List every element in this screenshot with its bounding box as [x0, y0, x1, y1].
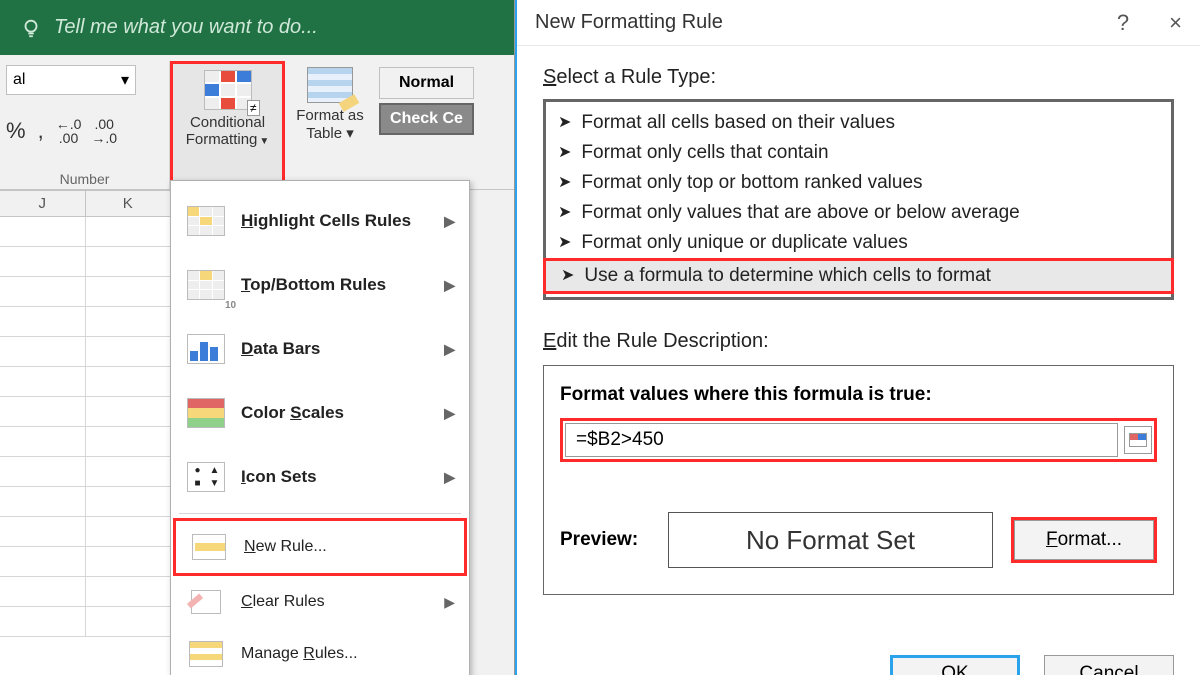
- chevron-down-icon: ▾: [121, 70, 129, 90]
- rule-description-box: Format values where this formula is true…: [543, 365, 1174, 595]
- menu-new-rule[interactable]: New Rule...: [173, 518, 467, 576]
- format-as-table-icon: [307, 67, 353, 103]
- number-group: al ▾ % , ←.0 .00 .00 →.0: [0, 61, 170, 189]
- percent-button[interactable]: %: [6, 118, 26, 144]
- chevron-right-icon: ▶: [444, 341, 455, 358]
- excel-window: Tell me what you want to do... al ▾ % , …: [0, 0, 515, 675]
- close-button[interactable]: ×: [1169, 10, 1182, 36]
- rule-type-item[interactable]: ➤ Format all cells based on their values: [546, 108, 1171, 138]
- lightbulb-icon: [20, 17, 42, 39]
- chevron-right-icon: ▶: [444, 469, 455, 486]
- formula-input[interactable]: [565, 423, 1118, 457]
- range-selector-icon: [1129, 433, 1147, 447]
- conditional-formatting-menu: HHighlight Cells Rulesighlight Cells Rul…: [170, 180, 470, 675]
- number-format-combo[interactable]: al ▾: [6, 65, 136, 95]
- preview-label: Preview:: [560, 529, 650, 551]
- worksheet-grid[interactable]: J K: [0, 190, 170, 675]
- cancel-button[interactable]: Cancel: [1044, 655, 1174, 675]
- tell-me-bar[interactable]: Tell me what you want to do...: [0, 0, 514, 55]
- new-formatting-rule-dialog: New Formatting Rule ? × Select a Rule Ty…: [515, 0, 1200, 675]
- select-rule-type-label: Select a Rule Type:: [543, 66, 1174, 89]
- formula-label: Format values where this formula is true…: [560, 384, 1157, 406]
- conditional-formatting-button[interactable]: ≠ Conditional Formatting▼: [170, 61, 285, 189]
- number-group-label: Number: [6, 167, 163, 187]
- dialog-title: New Formatting Rule: [535, 11, 723, 34]
- menu-separator: [179, 513, 461, 514]
- bullet-icon: ➤: [558, 202, 571, 222]
- format-as-table-button[interactable]: Format as Table ▾: [285, 61, 375, 189]
- conditional-formatting-icon: ≠: [204, 70, 252, 110]
- bullet-icon: ➤: [558, 232, 571, 252]
- column-header-K[interactable]: K: [85, 191, 171, 216]
- chevron-down-icon: ▼: [259, 136, 269, 147]
- bullet-icon: ➤: [558, 172, 571, 192]
- comma-button[interactable]: ,: [38, 118, 44, 144]
- range-selector-button[interactable]: [1124, 426, 1152, 454]
- chevron-right-icon: ▶: [444, 213, 455, 230]
- preview-box: No Format Set: [668, 512, 993, 568]
- bullet-icon: ➤: [558, 142, 571, 162]
- chevron-right-icon: ▶: [444, 277, 455, 294]
- menu-clear-rules[interactable]: Clear Rules ▶: [173, 576, 467, 628]
- cell-style-check-cell[interactable]: Check Ce: [379, 103, 474, 135]
- chevron-down-icon: ▾: [342, 125, 354, 142]
- decrease-decimal-button[interactable]: .00 →.0: [91, 117, 117, 145]
- rule-type-item[interactable]: ➤ Format only values that are above or b…: [546, 198, 1171, 228]
- data-bars-icon: [185, 331, 227, 367]
- cell-styles-gallery: Normal Check Ce: [375, 61, 478, 189]
- top-bottom-icon: [185, 267, 227, 303]
- help-button[interactable]: ?: [1117, 10, 1129, 36]
- highlight-cells-icon: [185, 203, 227, 239]
- bullet-icon: ➤: [561, 265, 574, 285]
- dialog-footer: OK Cancel: [890, 655, 1174, 675]
- bullet-icon: ➤: [558, 112, 571, 132]
- manage-rules-icon: [185, 636, 227, 672]
- dialog-area: New Formatting Rule ? × Select a Rule Ty…: [515, 0, 1200, 675]
- menu-top-bottom-rules[interactable]: Top/Bottom Rules 10 ▶: [173, 253, 467, 317]
- menu-data-bars[interactable]: Data Bars ▶: [173, 317, 467, 381]
- menu-highlight-cells-rules[interactable]: HHighlight Cells Rulesighlight Cells Rul…: [173, 189, 467, 253]
- formula-input-wrapper: [560, 418, 1157, 462]
- rule-type-item[interactable]: ➤ Format only top or bottom ranked value…: [546, 168, 1171, 198]
- format-button[interactable]: Format...: [1014, 520, 1154, 560]
- rule-type-list: ➤ Format all cells based on their values…: [543, 99, 1174, 300]
- dialog-titlebar: New Formatting Rule ? ×: [517, 0, 1200, 46]
- chevron-right-icon: ▶: [444, 594, 455, 611]
- menu-icon-sets[interactable]: ●▲■▼ Icon Sets ▶: [173, 445, 467, 509]
- new-rule-icon: [188, 529, 230, 565]
- chevron-right-icon: ▶: [444, 405, 455, 422]
- column-header-J[interactable]: J: [0, 191, 85, 216]
- clear-rules-icon: [185, 584, 227, 620]
- rule-type-item[interactable]: ➤ Format only unique or duplicate values: [546, 228, 1171, 258]
- tell-me-placeholder: Tell me what you want to do...: [54, 16, 318, 39]
- rule-type-item-selected[interactable]: ➤ Use a formula to determine which cells…: [543, 258, 1174, 294]
- menu-color-scales[interactable]: Color Scales ▶: [173, 381, 467, 445]
- color-scales-icon: [185, 395, 227, 431]
- ribbon: al ▾ % , ←.0 .00 .00 →.0: [0, 55, 514, 190]
- increase-decimal-button[interactable]: ←.0 .00: [56, 117, 82, 145]
- cell-style-normal[interactable]: Normal: [379, 67, 474, 99]
- ok-button[interactable]: OK: [890, 655, 1020, 675]
- menu-manage-rules[interactable]: Manage Rules...: [173, 628, 467, 675]
- rule-type-item[interactable]: ➤ Format only cells that contain: [546, 138, 1171, 168]
- icon-sets-icon: ●▲■▼: [185, 459, 227, 495]
- edit-rule-description-label: Edit the Rule Description:: [543, 330, 1174, 353]
